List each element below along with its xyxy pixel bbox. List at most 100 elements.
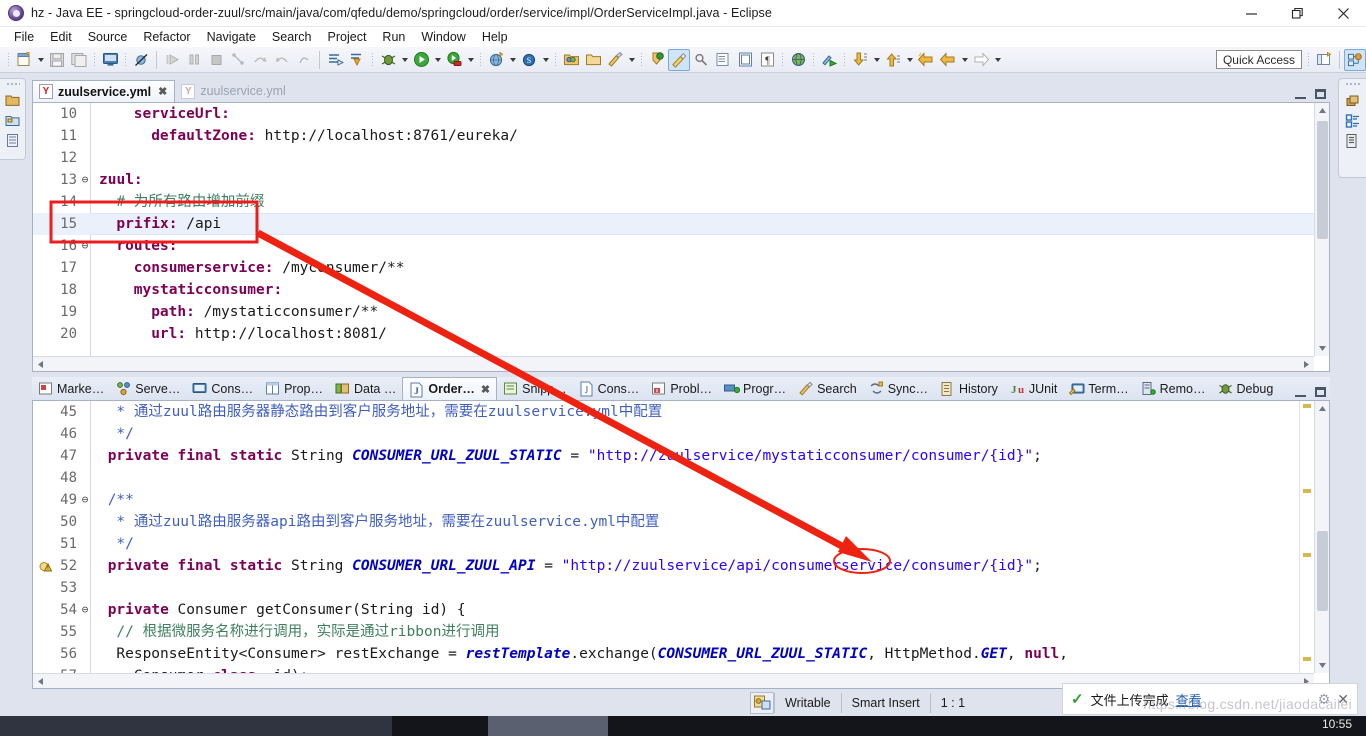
close-button[interactable] bbox=[1320, 0, 1366, 27]
java-editor[interactable]: 45 * 通过zuul路由服务器静态路由到客户服务地址，需要在zuulservic… bbox=[32, 401, 1330, 689]
external-tools-icon[interactable] bbox=[604, 49, 626, 71]
tab-synchronize[interactable]: Sync… bbox=[863, 377, 934, 400]
tab-console-2[interactable]: J Cons… bbox=[573, 377, 646, 400]
outline-icon[interactable] bbox=[1344, 111, 1362, 131]
previous-annotation-icon[interactable] bbox=[346, 49, 368, 71]
toolbar-grip-2[interactable] bbox=[93, 51, 96, 68]
scroll-right-icon[interactable] bbox=[1299, 357, 1314, 371]
forward-dropdown-icon[interactable] bbox=[992, 49, 1003, 71]
skip-all-breakpoints-icon[interactable] bbox=[130, 49, 152, 71]
menu-file[interactable]: File bbox=[6, 29, 42, 45]
open-report-icon[interactable] bbox=[734, 49, 756, 71]
menu-window[interactable]: Window bbox=[413, 29, 473, 45]
menu-run[interactable]: Run bbox=[374, 29, 413, 45]
new-spring-element-icon[interactable]: S bbox=[518, 49, 540, 71]
tab-markers[interactable]: Marke… bbox=[32, 377, 110, 400]
tab-servers[interactable]: Serve… bbox=[110, 377, 186, 400]
new-wizard-dropdown-icon[interactable] bbox=[35, 49, 46, 71]
menu-search[interactable]: Search bbox=[264, 29, 320, 45]
scroll-down-icon[interactable] bbox=[1315, 341, 1329, 356]
scroll-left-icon[interactable] bbox=[33, 357, 48, 371]
menu-help[interactable]: Help bbox=[474, 29, 516, 45]
new-web-project-dropdown-icon[interactable] bbox=[507, 49, 518, 71]
toolbar-grip-8[interactable] bbox=[781, 51, 784, 68]
package-explorer-icon[interactable] bbox=[4, 110, 22, 130]
tab-properties[interactable]: Prop… bbox=[259, 377, 329, 400]
toolbar-grip-10[interactable] bbox=[843, 51, 846, 68]
scroll-left-icon[interactable] bbox=[33, 674, 48, 688]
toolbar-grip-3[interactable] bbox=[124, 51, 127, 68]
annotation-mark[interactable] bbox=[1303, 657, 1311, 661]
back-icon[interactable] bbox=[915, 49, 937, 71]
scroll-up-icon[interactable] bbox=[1315, 401, 1329, 416]
gear-icon[interactable]: ⚙ bbox=[1318, 691, 1331, 708]
next-annotation-icon[interactable] bbox=[324, 49, 346, 71]
tab-search[interactable]: Search bbox=[792, 377, 863, 400]
servers-icon[interactable] bbox=[4, 130, 22, 150]
menu-edit[interactable]: Edit bbox=[42, 29, 80, 45]
fold-toggle-icon[interactable]: ⊖ bbox=[79, 235, 91, 257]
open-perspective-button[interactable] bbox=[1313, 49, 1335, 71]
open-task-icon[interactable] bbox=[582, 49, 604, 71]
close-icon[interactable]: ✕ bbox=[1337, 691, 1349, 708]
left-bar-grip[interactable] bbox=[5, 82, 20, 86]
maximize-part-icon[interactable] bbox=[1315, 387, 1326, 397]
run-icon[interactable] bbox=[410, 49, 432, 71]
next-edit-location-icon[interactable] bbox=[849, 49, 871, 71]
tab-progress[interactable]: Progr… bbox=[718, 377, 792, 400]
debug-icon[interactable] bbox=[377, 49, 399, 71]
next-edit-dropdown-icon[interactable] bbox=[871, 49, 882, 71]
tab-order-service-impl[interactable]: J Order… ✖ bbox=[402, 377, 498, 400]
tab-data-source-explorer[interactable]: Data … bbox=[329, 377, 402, 400]
editor-state-icon[interactable] bbox=[750, 691, 774, 714]
new-spring-element-dropdown-icon[interactable] bbox=[540, 49, 551, 71]
search-icon[interactable] bbox=[690, 49, 712, 71]
project-explorer-icon[interactable] bbox=[4, 90, 22, 110]
annotation-mark[interactable] bbox=[1303, 404, 1311, 408]
open-perspective-icon[interactable] bbox=[712, 49, 734, 71]
tab-remote-systems[interactable]: Remo… bbox=[1135, 377, 1212, 400]
right-bar-grip[interactable] bbox=[1344, 82, 1361, 86]
run-dropdown-icon[interactable] bbox=[432, 49, 443, 71]
java-annotation-ruler[interactable] bbox=[1299, 401, 1314, 673]
editor-tab-zuulservice-yml-inactive[interactable]: Y zuulservice.yml bbox=[175, 80, 292, 102]
maximize-button[interactable] bbox=[1274, 0, 1320, 27]
toolbar-grip-11[interactable] bbox=[1307, 51, 1310, 68]
new-wizard-icon[interactable] bbox=[13, 49, 35, 71]
scroll-thumb[interactable] bbox=[1317, 121, 1328, 239]
pin-editor-icon[interactable] bbox=[646, 49, 668, 71]
editor-horizontal-scrollbar[interactable] bbox=[33, 356, 1314, 371]
warning-bulb-icon[interactable]: ! bbox=[39, 559, 53, 572]
previous-edit-location-icon[interactable] bbox=[882, 49, 904, 71]
run-last-tool-icon[interactable] bbox=[818, 49, 840, 71]
tab-snippets[interactable]: Snipp… bbox=[497, 377, 572, 400]
open-type-icon[interactable] bbox=[560, 49, 582, 71]
forward-icon[interactable] bbox=[970, 49, 992, 71]
toolbar-grip-9[interactable] bbox=[812, 51, 815, 68]
java-vertical-scrollbar[interactable] bbox=[1314, 401, 1329, 673]
menu-project[interactable]: Project bbox=[320, 29, 375, 45]
editor-vertical-scrollbar[interactable] bbox=[1314, 103, 1329, 356]
debug-dropdown-icon[interactable] bbox=[399, 49, 410, 71]
fold-toggle-icon[interactable]: ⊖ bbox=[79, 599, 91, 621]
annotation-mark[interactable] bbox=[1303, 553, 1311, 557]
tab-history[interactable]: History bbox=[934, 377, 1004, 400]
scroll-up-icon[interactable] bbox=[1315, 103, 1329, 118]
annotation-mark[interactable] bbox=[1303, 489, 1311, 493]
menu-source[interactable]: Source bbox=[80, 29, 136, 45]
menu-navigate[interactable]: Navigate bbox=[199, 29, 264, 45]
tab-debug[interactable]: Debug bbox=[1212, 377, 1280, 400]
toolbar-grip-5[interactable] bbox=[479, 51, 482, 68]
new-java-ee-icon[interactable] bbox=[99, 49, 121, 71]
task-list-icon[interactable] bbox=[1344, 131, 1362, 151]
back-history-icon[interactable] bbox=[937, 49, 959, 71]
quick-access-input[interactable]: Quick Access bbox=[1215, 50, 1302, 69]
save-icon[interactable] bbox=[46, 49, 68, 71]
previous-edit-dropdown-icon[interactable] bbox=[904, 49, 915, 71]
new-web-project-icon[interactable] bbox=[485, 49, 507, 71]
save-all-icon[interactable] bbox=[68, 49, 90, 71]
fold-toggle-icon[interactable]: ⊖ bbox=[79, 169, 91, 191]
toolbar-grip-7[interactable] bbox=[640, 51, 643, 68]
taskbar-item[interactable] bbox=[0, 716, 392, 736]
run-configurations-dropdown-icon[interactable] bbox=[465, 49, 476, 71]
